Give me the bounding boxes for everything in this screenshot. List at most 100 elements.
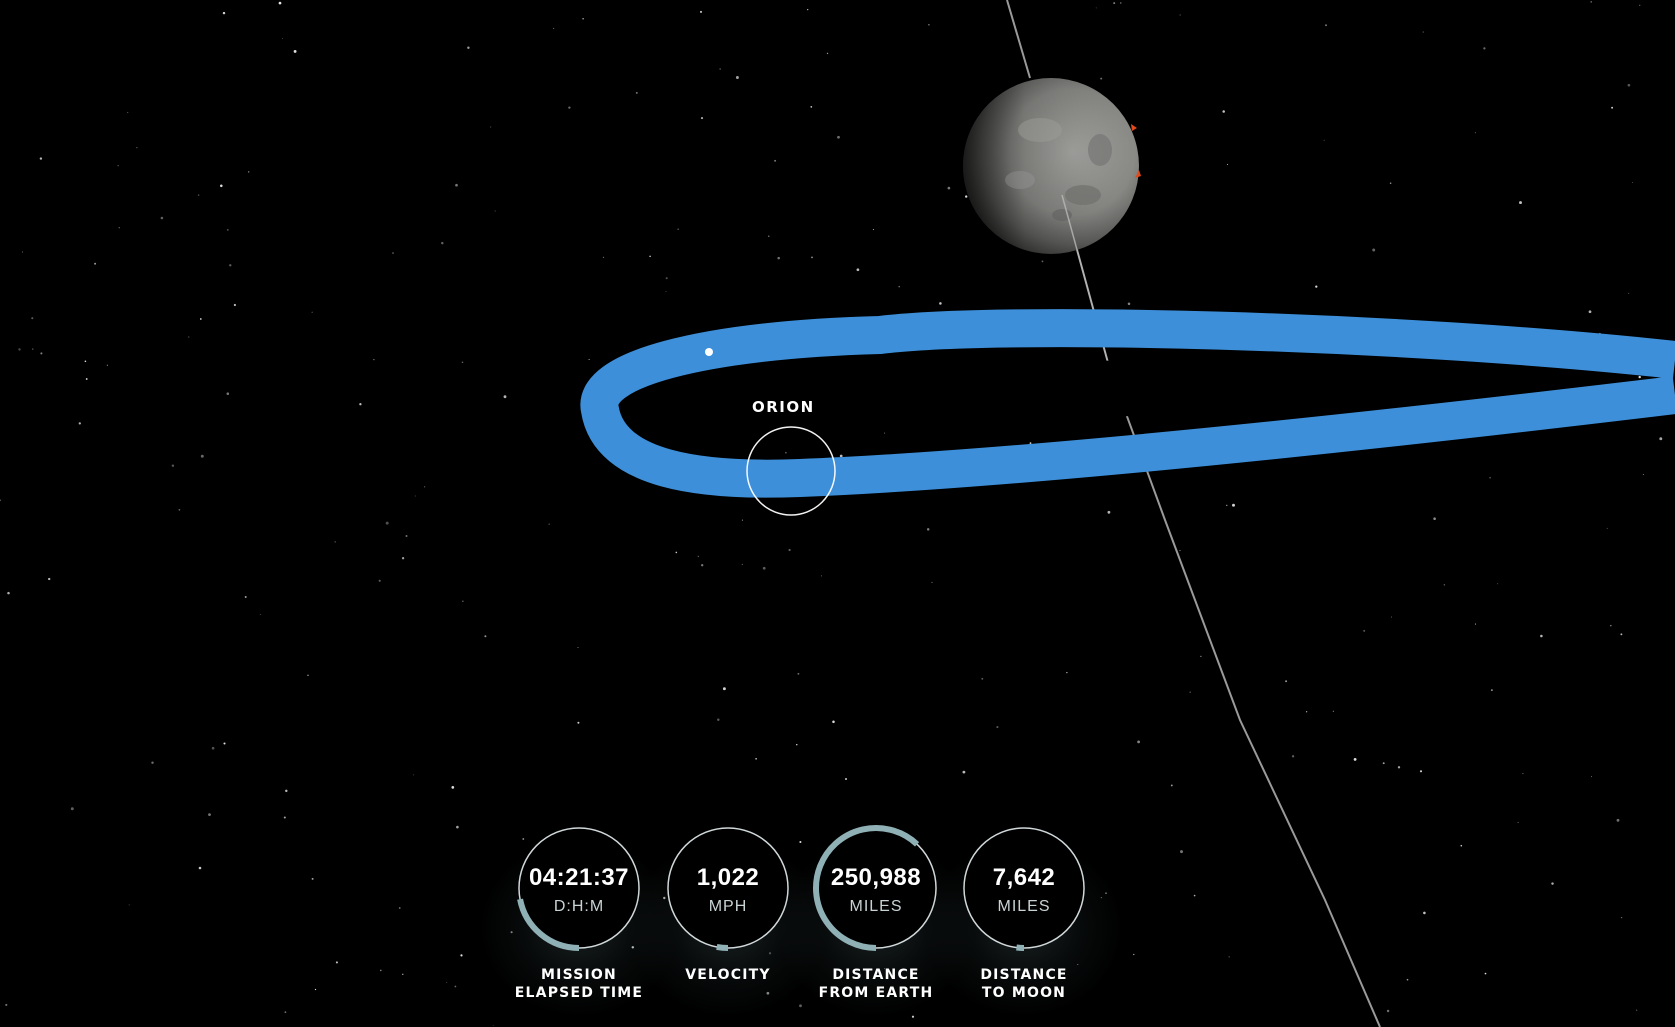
star [1483, 47, 1486, 50]
trajectory-marker[interactable] [705, 348, 713, 356]
star [665, 277, 668, 280]
star [200, 454, 204, 458]
star [39, 157, 43, 160]
star [1497, 583, 1499, 585]
star [244, 596, 247, 598]
star [1639, 4, 1641, 6]
star [198, 866, 202, 870]
star [1363, 629, 1366, 632]
star [40, 352, 43, 355]
star [1291, 755, 1295, 758]
star [649, 255, 651, 258]
star [602, 256, 605, 259]
star [48, 577, 51, 581]
star [335, 961, 338, 964]
star [1631, 181, 1634, 184]
star [392, 252, 394, 254]
star [1484, 972, 1487, 975]
star [32, 348, 34, 350]
star [307, 674, 309, 676]
star [785, 451, 787, 454]
star [1611, 106, 1614, 109]
distance-to-moon-value: 7,642 [992, 864, 1056, 891]
star [741, 563, 743, 565]
star [1386, 1009, 1390, 1013]
star [1635, 1009, 1638, 1011]
star [18, 348, 21, 351]
star [837, 135, 840, 139]
star [996, 726, 999, 729]
star [577, 647, 579, 648]
star [1406, 978, 1409, 981]
star [1389, 182, 1392, 184]
star [1628, 292, 1630, 294]
star [460, 954, 463, 957]
star [741, 519, 743, 521]
star [490, 126, 492, 128]
star [484, 635, 487, 638]
star [233, 303, 237, 307]
star [1588, 310, 1592, 314]
star [1133, 953, 1135, 956]
star [1489, 476, 1491, 479]
star [118, 227, 120, 229]
star [197, 194, 200, 196]
star [117, 165, 119, 167]
star [582, 18, 584, 20]
star [755, 758, 757, 760]
mission-tracker-scene: ORION 04:21:37 D:H:M MISSION ELAPSED TIM… [0, 0, 1675, 1027]
star [311, 311, 313, 313]
star [208, 813, 211, 816]
star [334, 541, 336, 543]
star [1540, 634, 1543, 638]
star [777, 256, 780, 260]
star [1397, 766, 1401, 769]
star [128, 904, 130, 906]
star [577, 721, 580, 724]
star [1100, 77, 1103, 80]
star [1491, 689, 1493, 691]
star [1638, 375, 1641, 379]
star [259, 613, 261, 615]
star [136, 147, 138, 149]
star [1226, 163, 1229, 166]
star [293, 49, 297, 53]
star [1323, 139, 1325, 141]
star [965, 195, 968, 198]
star [94, 262, 97, 265]
star [285, 789, 288, 793]
star [1325, 24, 1327, 27]
star [1443, 584, 1446, 586]
star [314, 988, 317, 991]
star [1419, 770, 1423, 773]
star [928, 23, 930, 26]
star [106, 364, 109, 366]
star [446, 981, 448, 983]
star [1285, 680, 1288, 683]
star [405, 534, 408, 538]
star [85, 378, 88, 380]
star [1382, 762, 1385, 765]
moon[interactable] [963, 78, 1141, 254]
star [797, 672, 800, 675]
star [284, 1011, 287, 1014]
star [947, 186, 951, 190]
star [926, 528, 930, 531]
star [78, 422, 81, 425]
star [719, 68, 721, 70]
star [414, 495, 416, 497]
star [872, 228, 874, 231]
star [401, 557, 405, 560]
star [697, 555, 699, 558]
star [1041, 260, 1044, 263]
star [1228, 956, 1230, 958]
star [373, 358, 375, 361]
star [278, 1, 282, 5]
star [548, 523, 550, 525]
star [1200, 655, 1202, 658]
star [31, 317, 34, 320]
star [0, 499, 2, 502]
star [1522, 773, 1524, 775]
star [898, 285, 900, 288]
star [1120, 2, 1122, 4]
